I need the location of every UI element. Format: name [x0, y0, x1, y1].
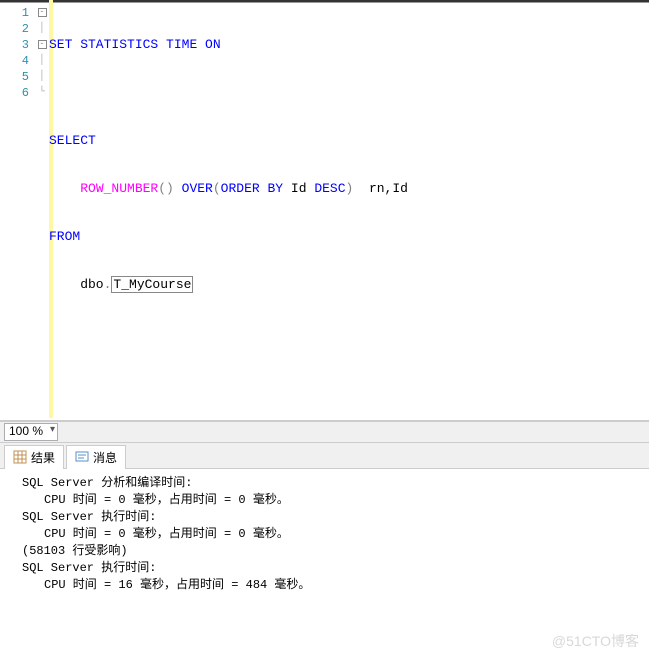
- line-number: 1: [0, 5, 29, 21]
- messages-output[interactable]: SQL Server 分析和编译时间: CPU 时间 = 0 毫秒，占用时间 =…: [0, 469, 649, 657]
- output-line: SQL Server 分析和编译时间:: [22, 475, 641, 492]
- output-line: CPU 时间 = 0 毫秒，占用时间 = 0 毫秒。: [22, 526, 641, 543]
- fold-line: │: [35, 69, 49, 85]
- tab-results[interactable]: 结果: [4, 445, 64, 469]
- code-line: dbo.T_MyCourse: [49, 277, 649, 293]
- message-icon: [75, 450, 89, 464]
- zoom-bar: 100 %: [0, 421, 649, 443]
- output-line: CPU 时间 = 16 毫秒，占用时间 = 484 毫秒。: [22, 577, 641, 594]
- code-line: SELECT: [49, 133, 649, 149]
- fold-line: │: [35, 53, 49, 69]
- fold-gutter: - │ - │ │ └: [35, 3, 49, 420]
- output-line: CPU 时间 = 0 毫秒，占用时间 = 0 毫秒。: [22, 492, 641, 509]
- code-line: FROM: [49, 229, 649, 245]
- output-line: SQL Server 执行时间:: [22, 509, 641, 526]
- line-number: 4: [0, 53, 29, 69]
- grid-icon: [13, 450, 27, 464]
- zoom-dropdown[interactable]: 100 %: [4, 423, 58, 441]
- code-editor[interactable]: 1 2 3 4 5 6 - │ - │ │ └ SET STATISTICS T…: [0, 3, 649, 421]
- fold-line: │: [35, 21, 49, 37]
- line-number: 3: [0, 37, 29, 53]
- code-content[interactable]: SET STATISTICS TIME ON SELECT ROW_NUMBER…: [49, 3, 649, 420]
- output-line: SQL Server 执行时间:: [22, 560, 641, 577]
- results-tabs: 结果 消息: [0, 443, 649, 469]
- watermark: @51CTO博客: [552, 631, 639, 651]
- fold-toggle-icon[interactable]: -: [38, 8, 47, 17]
- line-number-gutter: 1 2 3 4 5 6: [0, 3, 35, 420]
- line-number: 2: [0, 21, 29, 37]
- fold-line: └: [35, 85, 49, 101]
- tab-label: 结果: [31, 449, 55, 466]
- code-line: [49, 85, 649, 101]
- line-number: 5: [0, 69, 29, 85]
- line-number: 6: [0, 85, 29, 101]
- tab-label: 消息: [93, 449, 117, 466]
- code-line: SET STATISTICS TIME ON: [49, 37, 649, 53]
- fold-toggle-icon[interactable]: -: [38, 40, 47, 49]
- code-line: ROW_NUMBER() OVER(ORDER BY Id DESC) rn,I…: [49, 181, 649, 197]
- output-line: (58103 行受影响): [22, 543, 641, 560]
- tab-messages[interactable]: 消息: [66, 445, 126, 469]
